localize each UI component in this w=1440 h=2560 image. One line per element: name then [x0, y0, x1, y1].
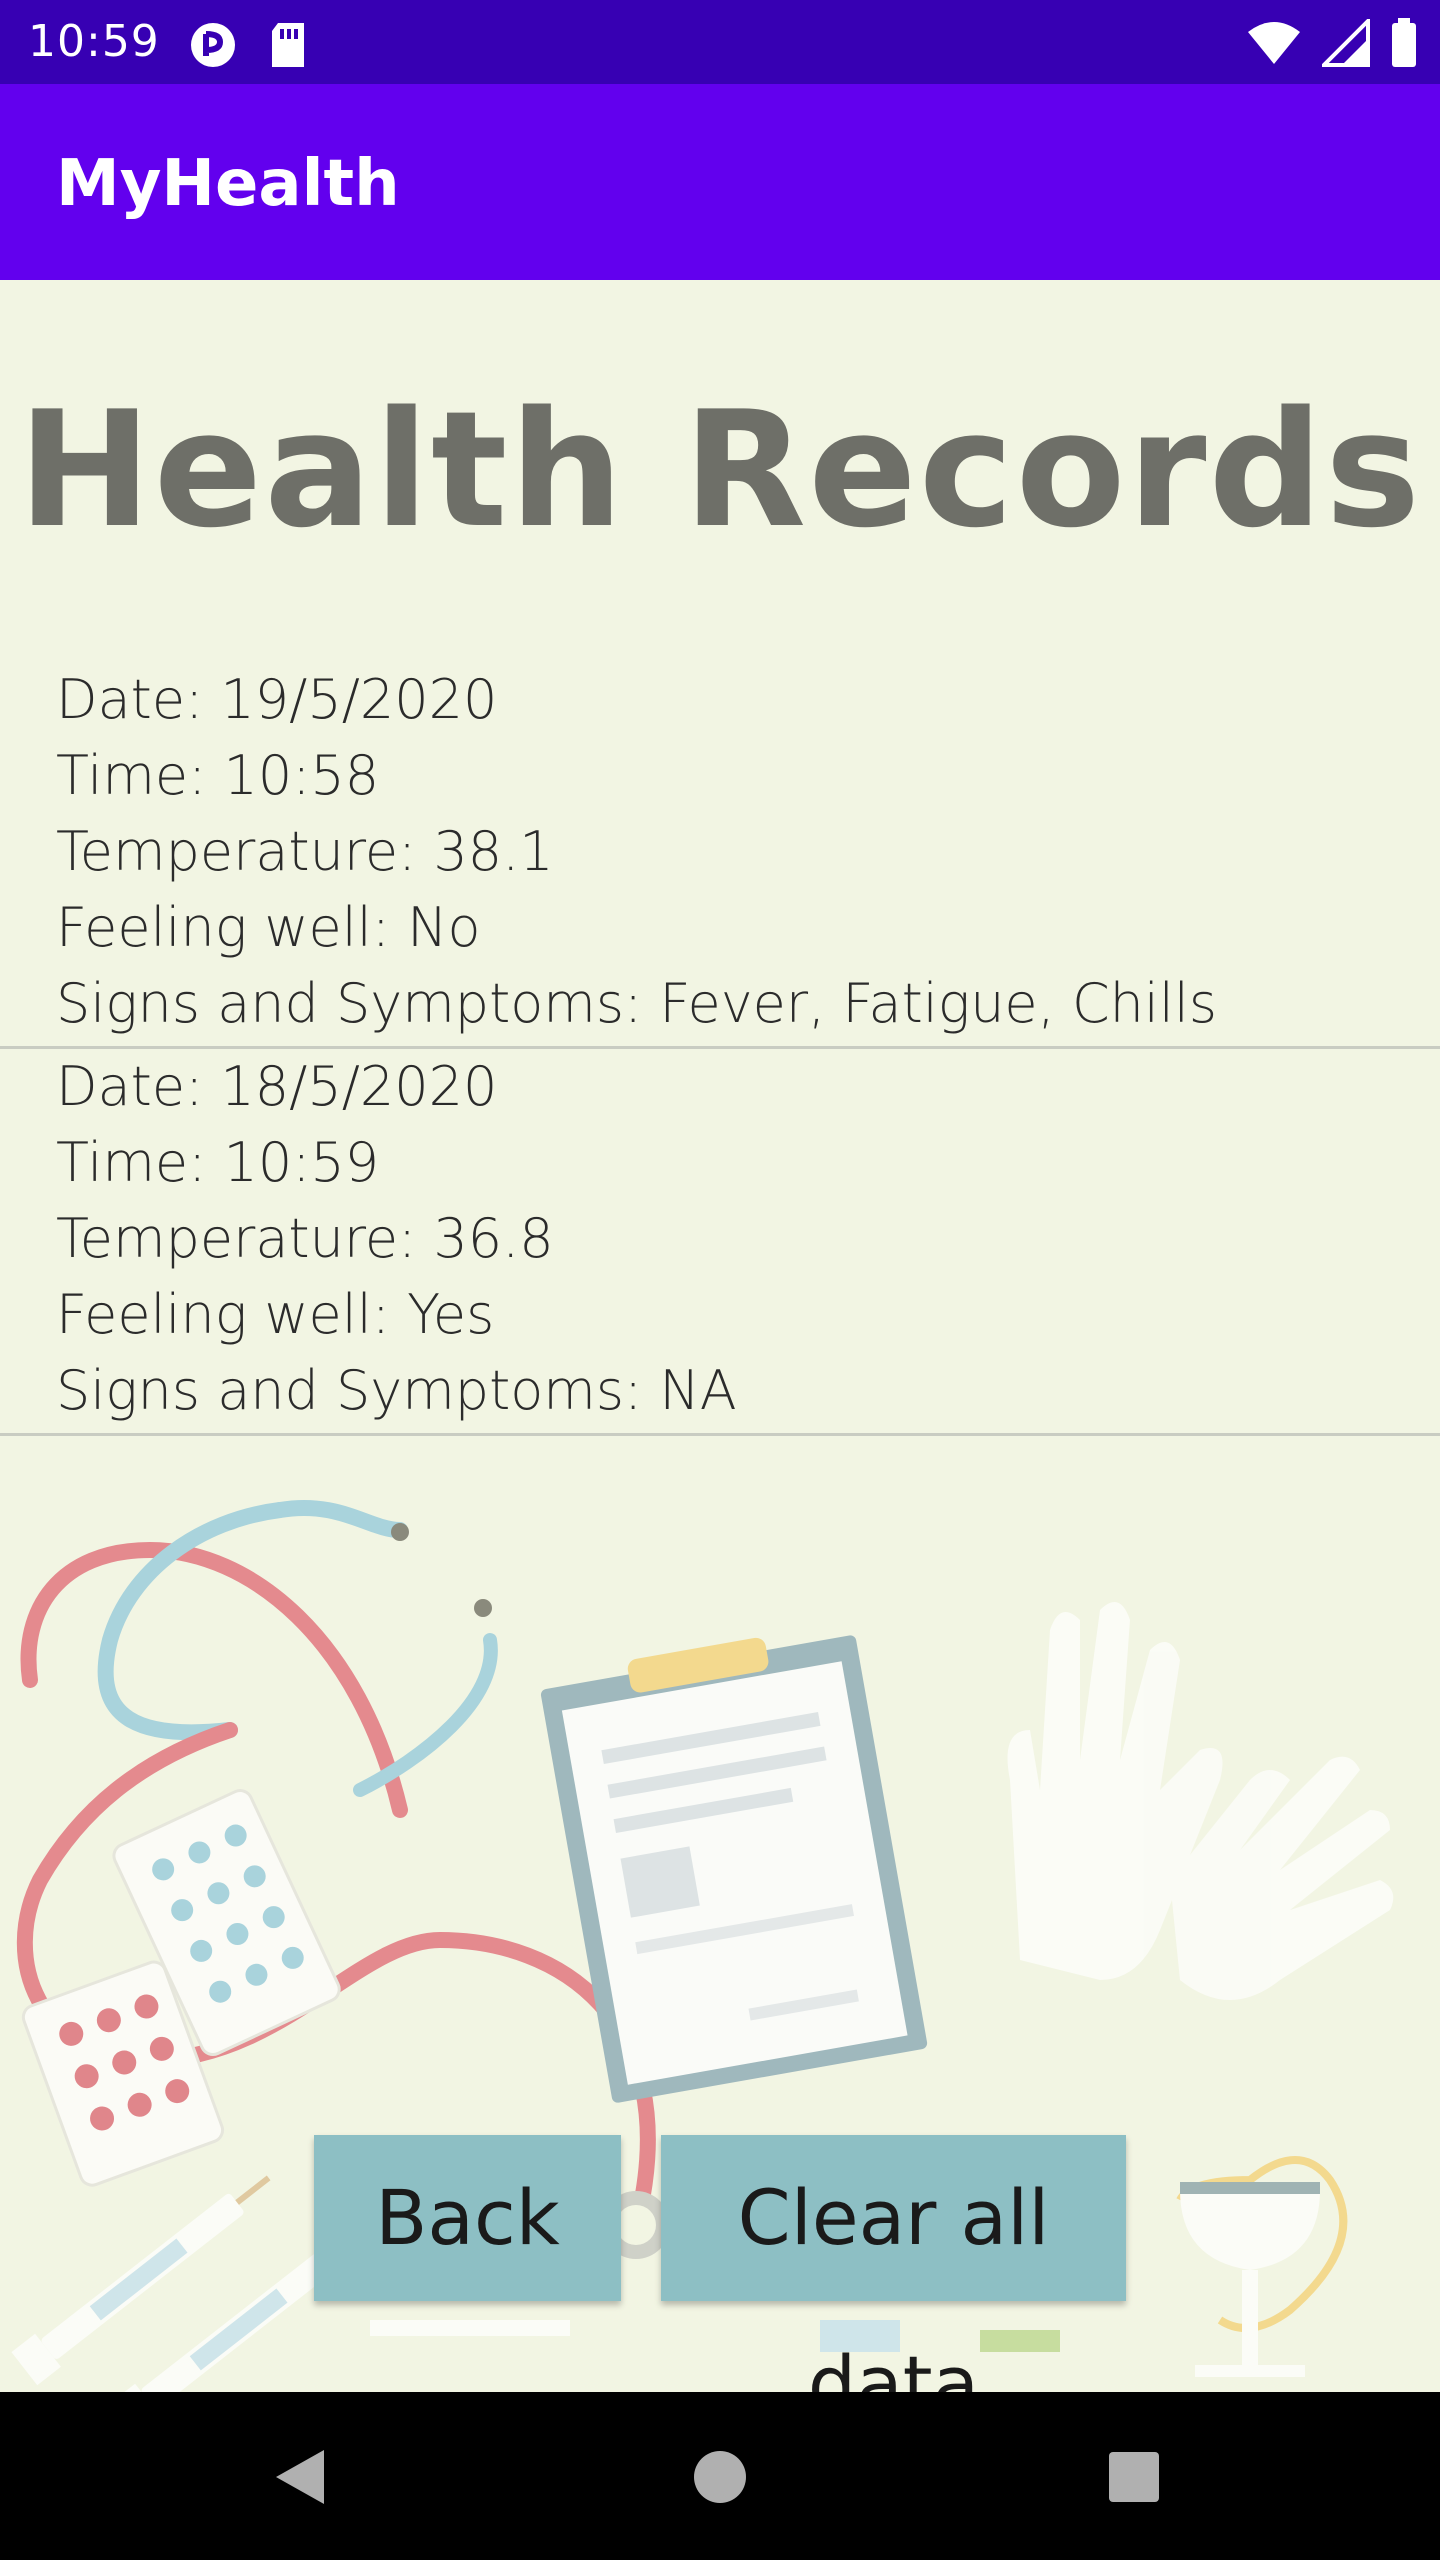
record-date: Date: 19/5/2020	[56, 668, 498, 731]
app-bar: MyHealth	[0, 84, 1440, 280]
record-feeling-well: Feeling well: Yes	[56, 1283, 495, 1346]
record-symptoms: Signs and Symptoms: NA	[56, 1359, 737, 1422]
content-area: Health Records Date: 19/5/2020 Time: 10:…	[0, 280, 1440, 2392]
recents-square-icon[interactable]	[1099, 2442, 1169, 2512]
records-list: Date: 19/5/2020 Time: 10:58 Temperature:…	[0, 662, 1440, 1436]
app-title: MyHealth	[56, 147, 400, 221]
list-item[interactable]: Date: 19/5/2020 Time: 10:58 Temperature:…	[0, 662, 1440, 1049]
back-triangle-icon[interactable]	[266, 2442, 336, 2512]
page-title: Health Records	[17, 376, 1423, 563]
clear-all-data-button[interactable]: Clear all data	[661, 2135, 1126, 2392]
status-time: 10:59	[28, 16, 160, 67]
home-circle-icon[interactable]	[685, 2442, 755, 2512]
battery-icon	[1390, 18, 1418, 72]
signal-icon	[1319, 16, 1370, 71]
data-saver-icon	[188, 20, 238, 74]
list-item[interactable]: Date: 18/5/2020 Time: 10:59 Temperature:…	[0, 1049, 1440, 1436]
back-button[interactable]: Back	[314, 2135, 621, 2301]
record-temperature: Temperature: 38.1	[56, 820, 554, 883]
navigation-bar	[0, 2392, 1440, 2560]
wifi-icon	[1246, 20, 1302, 70]
status-bar: 10:59	[0, 0, 1440, 84]
record-time: Time: 10:58	[56, 744, 380, 807]
record-temperature: Temperature: 36.8	[56, 1207, 554, 1270]
record-time: Time: 10:59	[56, 1131, 380, 1194]
record-feeling-well: Feeling well: No	[56, 896, 481, 959]
record-date: Date: 18/5/2020	[56, 1055, 498, 1118]
sd-card-icon	[268, 21, 308, 73]
record-symptoms: Signs and Symptoms: Fever, Fatigue, Chil…	[56, 972, 1218, 1035]
